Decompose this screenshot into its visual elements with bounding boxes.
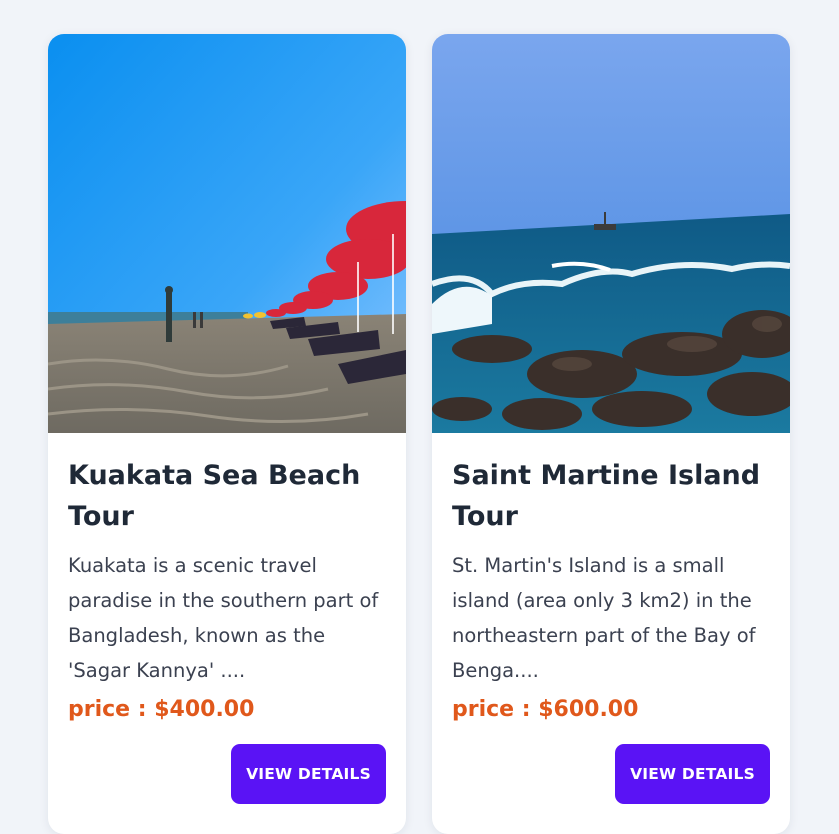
- tour-title: Saint Martine Island Tour: [452, 460, 761, 532]
- tour-card-body: Saint Martine Island Tour St. Martin's I…: [432, 433, 790, 725]
- tour-price: price : $600.00: [452, 697, 639, 722]
- tour-card-saint-martin: Saint Martine Island Tour St. Martin's I…: [432, 34, 790, 834]
- tour-price: price : $400.00: [68, 697, 255, 722]
- tour-title: Kuakata Sea Beach Tour: [68, 460, 361, 532]
- tour-description: Kuakata is a scenic travel paradise in t…: [68, 554, 379, 682]
- tour-card-body: Kuakata Sea Beach Tour Kuakata is a scen…: [48, 433, 406, 725]
- tour-card-kuakata: Kuakata Sea Beach Tour Kuakata is a scen…: [48, 34, 406, 834]
- tour-description: St. Martin's Island is a small island (a…: [452, 554, 756, 682]
- view-details-button[interactable]: VIEW DETAILS: [615, 744, 770, 804]
- view-details-button[interactable]: VIEW DETAILS: [231, 744, 386, 804]
- tour-image-saint-martin: [432, 34, 790, 433]
- tour-image-kuakata: [48, 34, 406, 433]
